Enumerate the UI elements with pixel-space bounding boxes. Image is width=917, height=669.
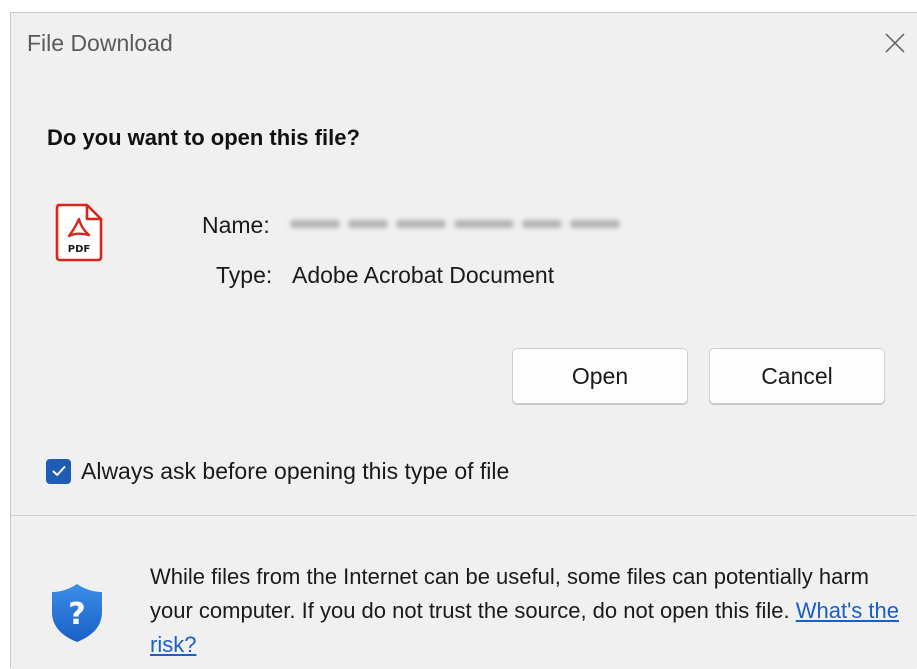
svg-text:?: ? xyxy=(68,597,85,632)
always-ask-option[interactable]: Always ask before opening this type of f… xyxy=(46,456,509,486)
close-icon xyxy=(885,33,905,53)
always-ask-label: Always ask before opening this type of f… xyxy=(81,457,510,484)
name-label: Name: xyxy=(202,212,270,238)
dialog-title: File Download xyxy=(27,30,173,56)
file-type-value: Adobe Acrobat Document xyxy=(292,262,555,288)
pdf-icon-label: PDF xyxy=(68,244,90,255)
always-ask-checkbox[interactable] xyxy=(46,458,71,484)
pdf-file-icon: PDF xyxy=(55,203,103,262)
file-download-dialog: File Download Do you want to open this f… xyxy=(10,12,917,669)
file-name-redacted xyxy=(288,209,628,239)
security-warning: ? While files from the Internet can be u… xyxy=(11,516,916,669)
warning-message: While files from the Internet can be use… xyxy=(150,560,910,662)
question-heading: Do you want to open this file? xyxy=(47,125,360,150)
cancel-button[interactable]: Cancel xyxy=(709,348,885,404)
checkmark-icon xyxy=(52,466,65,476)
open-button[interactable]: Open xyxy=(512,348,688,404)
shield-question-icon: ? xyxy=(52,584,102,642)
warning-text: While files from the Internet can be use… xyxy=(150,564,870,623)
close-button[interactable] xyxy=(872,21,916,65)
type-label: Type: xyxy=(216,262,273,288)
title-bar: File Download xyxy=(11,13,916,73)
